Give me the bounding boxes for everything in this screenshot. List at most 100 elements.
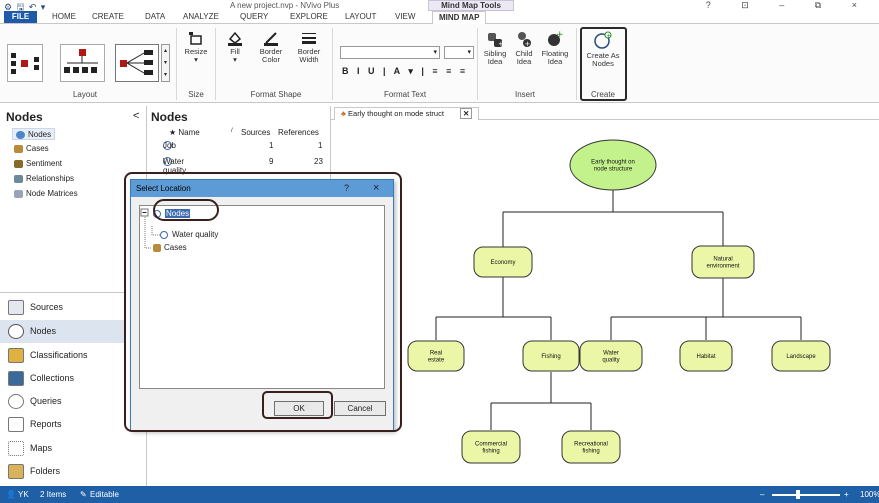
resize-icon (189, 32, 202, 45)
mind-map-diagram: Early thought on node structure Economy Nat… (407, 139, 831, 464)
fill-label: Fill (230, 47, 240, 56)
mind-map-idea[interactable]: Landscape (771, 340, 831, 372)
classifications-icon (8, 348, 24, 363)
nav-button-maps[interactable]: Maps (0, 437, 126, 460)
window-controls[interactable]: ? ⊡ – ⧉ × (706, 0, 871, 11)
fill-button[interactable]: Fill ▾ (222, 30, 248, 64)
mind-map-idea[interactable]: Fishing (522, 340, 580, 372)
window-title: A new project.nvp - NVivo Plus (230, 1, 340, 10)
collapse-pane-button[interactable]: < (133, 110, 139, 122)
nav-item-node-matrices[interactable]: Node Matrices (14, 188, 78, 200)
mind-map-idea[interactable]: Economy (473, 246, 533, 278)
nodes-icon (16, 130, 25, 139)
row-sources: 9 (269, 157, 274, 166)
border-width-button[interactable]: Border Width (293, 30, 325, 64)
svg-text:+: + (498, 40, 504, 48)
sibling-idea-button[interactable]: + Sibling Idea (480, 30, 510, 66)
tab-layout[interactable]: LAYOUT (345, 12, 376, 21)
tab-file[interactable]: FILE (4, 11, 37, 23)
nav-button-collections[interactable]: Collections (0, 367, 126, 390)
sort-indicator: / (231, 128, 233, 134)
layout-right-option[interactable] (115, 44, 159, 82)
tab-home[interactable]: HOME (52, 12, 76, 21)
zoom-out-button[interactable]: – (760, 486, 764, 503)
mind-map-canvas[interactable]: Early thought on node structure Economy Nat… (331, 120, 879, 486)
tab-create[interactable]: CREATE (92, 12, 124, 21)
layout-gallery-scroll[interactable]: ▴ ▾ ▾ (161, 44, 170, 82)
font-family-select[interactable]: ▾ (340, 46, 440, 59)
mind-map-idea-label: Water quality (602, 351, 619, 364)
table-row[interactable]: Job 1 1 (163, 141, 329, 154)
column-header-references[interactable]: References (278, 128, 319, 137)
child-idea-button[interactable]: + Child Idea (511, 30, 537, 66)
mind-map-idea-label: Fishing (541, 354, 560, 360)
ribbon-tabs: FILE HOME CREATE DATA ANALYZE QUERY EXPL… (0, 11, 879, 24)
tab-mind-map-document[interactable]: ♣ Early thought on mode struct ✕ (334, 107, 480, 120)
group-label-insert: Insert (514, 90, 535, 99)
group-label-format-shape: Format Shape (250, 90, 302, 99)
node-matrices-icon (14, 189, 23, 198)
mind-map-idea-label: Landscape (786, 354, 816, 360)
nav-item-cases[interactable]: Cases (14, 143, 49, 155)
border-color-button[interactable]: Border Color (255, 30, 287, 64)
row-references: 1 (318, 141, 323, 150)
mind-map-root-idea[interactable]: Early thought on node structure (569, 139, 657, 191)
font-size-select[interactable]: ▾ (444, 46, 474, 59)
tab-data[interactable]: DATA (145, 12, 165, 21)
mind-map-idea[interactable]: Commercial fishing (461, 430, 521, 464)
tab-mind-map[interactable]: MIND MAP (432, 11, 487, 24)
border-color-icon (264, 32, 278, 46)
mind-map-idea[interactable]: Water quality (579, 340, 643, 372)
mind-map-idea[interactable]: Recreational fishing (561, 430, 621, 464)
nav-item-relationships[interactable]: Relationships (14, 173, 74, 185)
nav-button-folders[interactable]: Folders (0, 460, 126, 483)
collections-icon (8, 371, 24, 386)
navigation-pane-title: Nodes (6, 110, 43, 124)
nav-button-queries[interactable]: Queries (0, 390, 126, 413)
tab-explore[interactable]: EXPLORE (290, 12, 328, 21)
nav-button-classifications[interactable]: Classifications (0, 344, 126, 367)
mind-map-idea-label: Early thought on node structure (591, 160, 635, 173)
zoom-slider[interactable] (772, 494, 840, 496)
nav-button-sources[interactable]: Sources (0, 296, 126, 319)
layout-balanced-option[interactable] (7, 44, 43, 82)
tab-analyze[interactable]: ANALYZE (183, 12, 219, 21)
nvivo-window: ⚙ 🖫 ↶ ▾ A new project.nvp - NVivo Plus M… (0, 0, 879, 503)
maps-icon (8, 441, 24, 456)
queries-icon (8, 394, 24, 409)
layout-tree-option[interactable] (60, 44, 105, 82)
floating-idea-button[interactable]: + Floating Idea (539, 30, 571, 66)
mind-map-idea-label: Economy (490, 260, 515, 266)
status-editable: Editable (90, 490, 119, 499)
mind-map-idea[interactable]: Real estate (407, 340, 465, 372)
mind-map-idea[interactable]: Natural environment (691, 245, 755, 279)
nav-item-sentiment[interactable]: Sentiment (14, 158, 62, 170)
zoom-slider-thumb[interactable] (796, 490, 800, 499)
fill-icon (228, 31, 242, 46)
relationships-icon (14, 174, 23, 183)
zoom-in-button[interactable]: + (844, 486, 849, 503)
table-row[interactable]: Water quality 9 23 (163, 157, 329, 175)
column-header-name[interactable]: ★ Name (169, 128, 200, 137)
layout-right-icon (120, 50, 153, 75)
ribbon: ▴ ▾ ▾ Layout Resize ▾ Size Fill ▾ Border Col… (0, 24, 879, 103)
tab-query[interactable]: QUERY (240, 12, 268, 21)
context-tab-group-label: Mind Map Tools (428, 0, 514, 11)
column-header-sources[interactable]: Sources (241, 128, 270, 137)
sibling-idea-label: Sibling Idea (483, 49, 507, 66)
group-label-size: Size (188, 90, 204, 99)
mind-map-tab-icon: ♣ (341, 109, 346, 118)
ok-button-highlight (262, 391, 333, 419)
resize-button[interactable]: Resize ▾ (182, 30, 210, 64)
nav-item-nodes[interactable]: Nodes (12, 128, 56, 140)
nav-button-nodes[interactable]: Nodes (0, 320, 126, 343)
mind-map-idea[interactable]: Habitat (679, 340, 733, 372)
create-group-highlight (580, 27, 627, 101)
nav-button-reports[interactable]: Reports (0, 413, 126, 436)
mind-map-tab-label: Early thought on mode struct (348, 109, 444, 118)
close-tab-icon[interactable]: ✕ (460, 108, 473, 119)
tab-view[interactable]: VIEW (395, 12, 415, 21)
format-text-buttons[interactable]: B I U | A ▾ | ≡ ≡ ≡ (342, 66, 468, 77)
border-width-label: Border Width (297, 47, 321, 64)
mind-map-idea-label: Habitat (696, 354, 715, 360)
